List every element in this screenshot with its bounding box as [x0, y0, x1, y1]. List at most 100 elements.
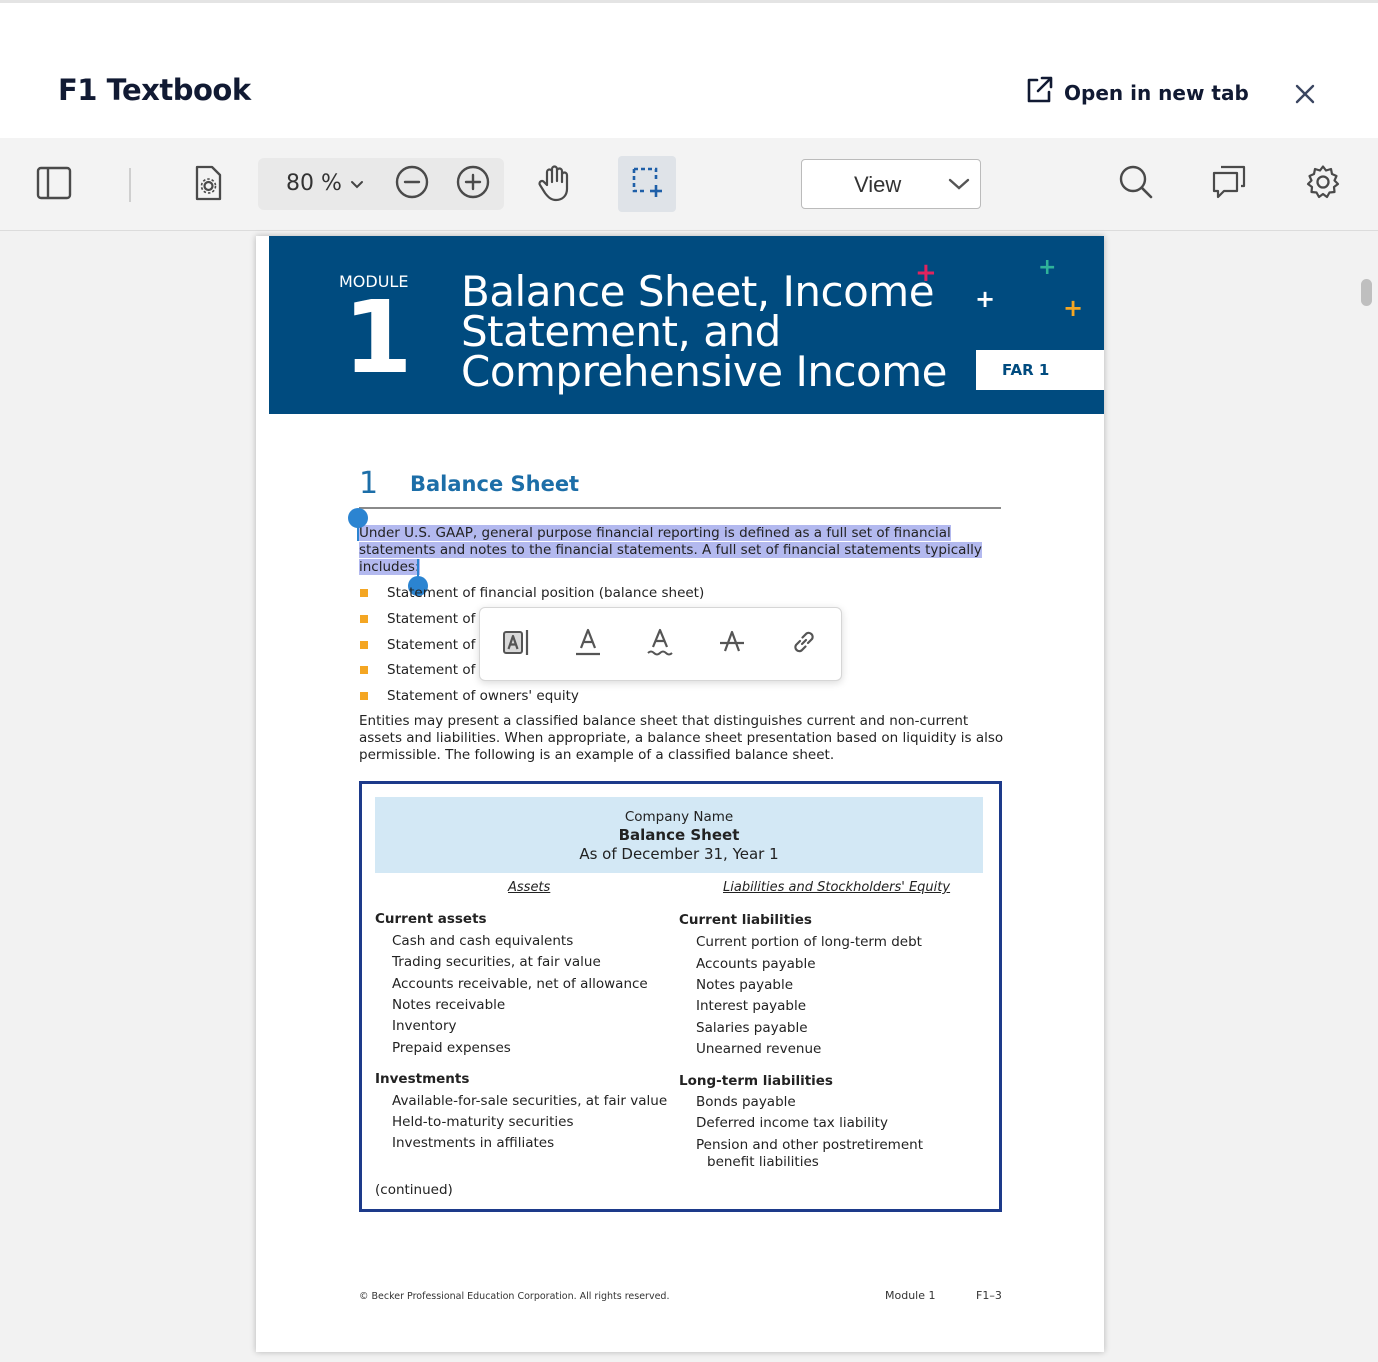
module-banner: MODULE 1 Balance Sheet, Income Statement… [269, 236, 1104, 414]
section-rule [359, 507, 1001, 509]
selected-text-line: Under U.S. GAAP, general purpose financi… [359, 525, 951, 541]
company-name: Company Name [624, 809, 734, 825]
statement-date: As of December 31, Year 1 [579, 845, 779, 863]
selected-paragraph[interactable]: Under U.S. GAAP, general purpose financi… [359, 525, 982, 576]
zoom-controls: 80 % [258, 158, 504, 210]
liability-item: Accounts payable [696, 956, 816, 972]
document-page: MODULE 1 Balance Sheet, Income Statement… [256, 236, 1104, 1352]
module-title-line: Comprehensive Income [461, 347, 948, 396]
liability-item: Salaries payable [696, 1020, 808, 1036]
underline-button[interactable] [568, 624, 608, 664]
highlight-button[interactable] [496, 624, 536, 664]
continued-note: (continued) [375, 1182, 453, 1198]
asset-item: Trading securities, at fair value [392, 954, 601, 970]
asset-item: Cash and cash equivalents [392, 933, 574, 949]
open-in-new-tab-label: Open in new tab [1064, 80, 1249, 105]
zoom-out-icon [395, 165, 429, 203]
liability-item: Interest payable [696, 998, 807, 1014]
selection-end-caret [417, 559, 419, 577]
strikethrough-button[interactable] [712, 624, 752, 664]
long-term-item: Bonds payable [696, 1094, 796, 1110]
body-paragraph: Entities may present a classified balanc… [359, 713, 1003, 764]
settings-button[interactable] [1303, 164, 1343, 204]
long-term-liabilities-heading: Long-term liabilities [679, 1073, 833, 1089]
zoom-out-button[interactable] [394, 165, 430, 203]
module-title: Balance Sheet, Income Statement, and Com… [461, 267, 981, 396]
zoom-in-icon [456, 165, 490, 203]
viewer-toolbar: 80 % View [0, 138, 1378, 231]
copyright-notice: © Becker Professional Education Corporat… [359, 1291, 670, 1302]
investment-item: Held-to-maturity securities [392, 1114, 574, 1130]
close-icon [1290, 84, 1320, 113]
highlight-icon [501, 627, 531, 661]
zoom-select[interactable]: 80 % [286, 171, 364, 196]
bullet-item: Statement of [387, 637, 476, 653]
link-icon [789, 627, 819, 661]
marquee-select-icon [630, 165, 664, 203]
external-link-icon [1024, 75, 1054, 110]
asset-item: Notes receivable [392, 997, 506, 1013]
squiggly-icon [645, 627, 675, 661]
squiggly-button[interactable] [640, 624, 680, 664]
far-tab: FAR 1 [976, 350, 1104, 390]
decorative-plus-icon: + [1038, 255, 1057, 280]
underline-icon [573, 627, 603, 661]
liabilities-heading: Liabilities and Stockholders' Equity [723, 880, 951, 895]
chevron-down-icon [350, 171, 364, 196]
open-in-new-tab-button[interactable]: Open in new tab [1024, 75, 1249, 110]
bullet-marker [360, 666, 368, 674]
search-button[interactable] [1116, 164, 1156, 204]
module-title-line: Balance Sheet, Income [461, 267, 935, 316]
asset-item: Prepaid expenses [392, 1040, 511, 1056]
page-number: F1–3 [976, 1289, 1002, 1302]
vertical-scrollbar-thumb[interactable] [1361, 279, 1372, 306]
paragraph-line: Entities may present a classified balanc… [359, 713, 969, 729]
asset-item: Accounts receivable, net of allowance [392, 976, 648, 992]
selection-start-caret [357, 523, 359, 541]
close-button[interactable] [1290, 79, 1320, 109]
long-term-item: Deferred income tax liability [696, 1115, 888, 1131]
link-button[interactable] [784, 624, 824, 664]
search-icon [1118, 164, 1154, 204]
module-number: 1 [343, 279, 413, 396]
bullet-marker [360, 692, 368, 700]
selected-text-line: statements and notes to the financial st… [359, 542, 982, 558]
decorative-plus-icon: + [915, 258, 937, 288]
selected-text-line: includes: [359, 559, 420, 575]
toolbar-divider [129, 168, 131, 202]
bullet-marker [360, 589, 368, 597]
comments-button[interactable] [1209, 164, 1249, 204]
zoom-in-button[interactable] [455, 165, 491, 203]
investment-item: Investments in affiliates [392, 1135, 555, 1151]
bullet-marker [360, 641, 368, 649]
statement-title: Balance Sheet [618, 826, 740, 844]
section-number: 1 [359, 466, 379, 501]
comments-icon [1210, 164, 1248, 204]
sidebar-toggle-button[interactable] [34, 166, 74, 204]
balance-sheet-header: Company Name Balance Sheet As of Decembe… [375, 797, 983, 873]
current-liabilities-heading: Current liabilities [679, 912, 812, 928]
far-tab-label: FAR 1 [1002, 361, 1050, 379]
assets-heading: Assets [508, 880, 551, 895]
pan-tool-button[interactable] [534, 164, 576, 206]
asset-item: Inventory [392, 1018, 457, 1034]
liability-item: Notes payable [696, 977, 794, 993]
pan-hand-icon [536, 163, 574, 207]
view-dropdown[interactable]: View [801, 159, 981, 209]
liability-item: Current portion of long-term debt [696, 934, 922, 950]
section-title: Balance Sheet [410, 472, 580, 496]
marquee-select-button[interactable] [618, 156, 676, 212]
strikethrough-icon [717, 627, 747, 661]
balance-sheet-figure: Company Name Balance Sheet As of Decembe… [359, 781, 1002, 1212]
page-settings-button[interactable] [188, 164, 228, 206]
decorative-plus-icon: + [1063, 294, 1084, 322]
bullet-item: Statement of [387, 611, 476, 627]
page-settings-icon [192, 164, 224, 206]
module-title-line: Statement, and [461, 307, 781, 356]
view-dropdown-label: View [854, 172, 902, 197]
investments-heading: Investments [375, 1071, 470, 1087]
decorative-plus-icon: + [975, 285, 996, 313]
chevron-down-icon [948, 176, 970, 195]
long-term-item-continuation: benefit liabilities [707, 1154, 819, 1170]
bullet-item: Statement of financial position (balance… [387, 585, 705, 601]
